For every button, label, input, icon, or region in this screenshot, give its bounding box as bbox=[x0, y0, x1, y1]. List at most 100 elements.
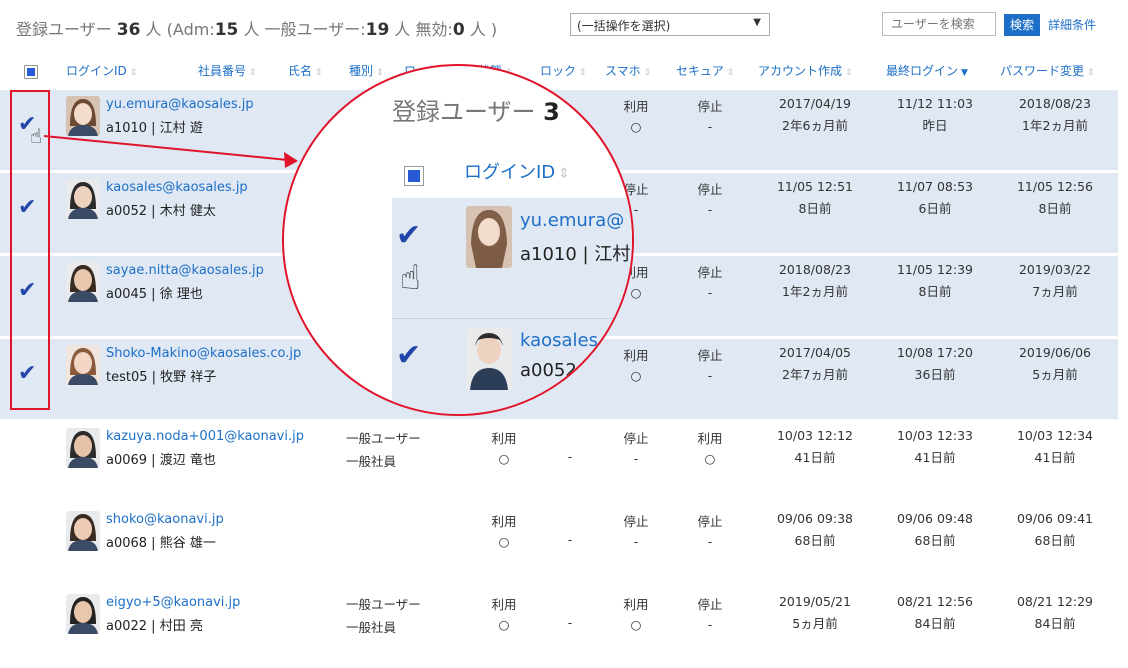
lock-cell: - bbox=[567, 532, 573, 547]
password-changed-cell: 2018/08/23 1年2ヵ月前 bbox=[1018, 96, 1092, 133]
dropdown-arrow-icon: ▼ bbox=[753, 17, 761, 28]
col-last-login[interactable]: 最終ログイン ▼ bbox=[886, 62, 968, 79]
created-cell: 2017/04/19 2年6ヵ月前 bbox=[778, 96, 852, 133]
login-email-link[interactable]: sayae.nitta@kaosales.jp bbox=[106, 263, 264, 278]
summary-suffix: 人 ) bbox=[469, 20, 498, 39]
password-changed-cell: 09/06 09:41 68日前 bbox=[1016, 511, 1094, 548]
last-login-cell: 08/21 12:56 84日前 bbox=[896, 594, 974, 631]
avatar bbox=[66, 345, 100, 385]
last-login-cell: 11/12 11:03 昨日 bbox=[896, 96, 974, 133]
state-cell: 利用○ bbox=[491, 431, 517, 466]
login-email-link[interactable]: shoko@kaonavi.jp bbox=[106, 512, 224, 527]
general-label: 人 一般ユーザー: bbox=[243, 20, 366, 39]
zoom-checkmark-icon: ✔ bbox=[396, 218, 422, 253]
advanced-search-link[interactable]: 詳細条件 bbox=[1048, 16, 1096, 33]
employee-id-name: a0068 | 熊谷 雄一 bbox=[106, 536, 216, 551]
col-login-id[interactable]: ログインID ⇕ bbox=[66, 62, 137, 79]
avatar bbox=[66, 179, 100, 219]
password-changed-cell: 11/05 12:56 8日前 bbox=[1016, 179, 1094, 216]
zoom-sub: a1010 | 江村 bbox=[520, 244, 631, 265]
sort-icon: ⇕ bbox=[845, 68, 853, 78]
created-cell: 10/03 12:12 41日前 bbox=[776, 428, 854, 465]
secure-cell: 停止 - bbox=[697, 348, 723, 383]
avatar bbox=[66, 594, 100, 634]
zoom-login-id-header: ログインID ⇕ bbox=[464, 162, 570, 183]
inactive-count: 0 bbox=[452, 20, 465, 40]
type-cell: 一般ユーザー 一般社員 bbox=[346, 597, 421, 635]
secure-cell: 停止 - bbox=[697, 182, 723, 217]
password-changed-cell: 08/21 12:29 84日前 bbox=[1016, 594, 1094, 631]
password-changed-cell: 2019/06/06 5ヵ月前 bbox=[1018, 345, 1092, 382]
search-button[interactable]: 検索 bbox=[1004, 14, 1040, 36]
type-cell: 一般ユーザー 一般社員 bbox=[346, 431, 421, 469]
zoom-title: 登録ユーザー 3 bbox=[392, 98, 560, 126]
phone-cell: 停止 - bbox=[623, 431, 649, 466]
created-cell: 09/06 09:38 68日前 bbox=[776, 511, 854, 548]
secure-cell: 停止 - bbox=[697, 265, 723, 300]
zoom-email: yu.emura@ bbox=[520, 210, 625, 231]
login-email-link[interactable]: kazuya.noda+001@kaonavi.jp bbox=[106, 429, 304, 444]
lock-cell: - bbox=[567, 449, 573, 464]
last-login-cell: 10/08 17:20 36日前 bbox=[896, 345, 974, 382]
secure-cell: 停止 - bbox=[697, 99, 723, 134]
login-email-link[interactable]: yu.emura@kaosales.jp bbox=[106, 97, 254, 112]
avatar bbox=[66, 511, 100, 551]
sort-icon: ⇕ bbox=[726, 68, 735, 78]
col-created[interactable]: アカウント作成 ⇕ bbox=[758, 62, 853, 79]
col-type[interactable]: 種別 ⇕ bbox=[349, 62, 384, 79]
user-summary: 登録ユーザー 36 人 (Adm:15 人 一般ユーザー:19 人 無効:0 人… bbox=[16, 16, 497, 40]
zoom-pointer-hand-icon: ☝ bbox=[400, 258, 421, 298]
employee-id-name: a0022 | 村田 亮 bbox=[106, 619, 203, 634]
created-cell: 2018/08/23 1年2ヵ月前 bbox=[778, 262, 852, 299]
bulk-action-value: (一括操作を選択) bbox=[577, 19, 671, 33]
adm-count: 15 bbox=[214, 20, 239, 40]
zoom-callout: 登録ユーザー 3 ログインID ⇕ ✔ ✔ yu.emura@ a1010 | 江… bbox=[282, 64, 634, 416]
pointer-hand-icon: ☝ bbox=[30, 124, 43, 148]
total-count: 36 bbox=[116, 20, 141, 40]
avatar bbox=[66, 96, 100, 136]
login-email-link[interactable]: eigyo+5@kaonavi.jp bbox=[106, 595, 240, 610]
search-input[interactable] bbox=[882, 12, 996, 36]
secure-cell: 利用 ○ bbox=[697, 431, 723, 466]
zoom-sub: a0052 bbox=[520, 360, 577, 381]
sort-icon: ⇕ bbox=[579, 68, 587, 78]
col-lock[interactable]: ロック ⇕ bbox=[540, 62, 587, 79]
avatar bbox=[66, 428, 100, 468]
sort-icon: ⇕ bbox=[643, 68, 652, 78]
lock-cell: - bbox=[567, 615, 573, 630]
created-cell: 11/05 12:51 8日前 bbox=[776, 179, 854, 216]
zoom-select-all-checkbox bbox=[404, 166, 424, 186]
last-login-cell: 11/07 08:53 6日前 bbox=[896, 179, 974, 216]
col-phone[interactable]: スマホ ⇕ bbox=[605, 62, 651, 79]
type-cell bbox=[346, 511, 436, 515]
secure-cell: 停止 - bbox=[697, 514, 723, 549]
sort-icon: ⇕ bbox=[1087, 68, 1095, 78]
login-email-link[interactable]: Shoko-Makino@kaosales.co.jp bbox=[106, 346, 301, 361]
last-login-cell: 11/05 12:39 8日前 bbox=[896, 262, 974, 299]
select-all-checkbox[interactable] bbox=[24, 65, 38, 79]
phone-cell: 利用 ○ bbox=[623, 99, 649, 134]
phone-cell: 停止 - bbox=[623, 514, 649, 549]
table-header: ログインID⇕ 社員番号⇕ 氏名⇕ 種別⇕ ロール 状態⇕ ロック⇕ スマホ⇕ … bbox=[0, 60, 1128, 82]
login-email-link[interactable]: kaosales@kaosales.jp bbox=[106, 180, 248, 195]
adm-label: (Adm: bbox=[166, 20, 215, 39]
created-cell: 2019/05/21 5ヵ月前 bbox=[778, 594, 852, 631]
employee-id-name: a1010 | 江村 遊 bbox=[106, 121, 203, 136]
table-row[interactable]: eigyo+5@kaonavi.jp a0022 | 村田 亮 一般ユーザー 一般社員… bbox=[0, 588, 1118, 668]
col-password-changed[interactable]: パスワード変更 ⇕ bbox=[1000, 62, 1095, 79]
col-name[interactable]: 氏名 ⇕ bbox=[288, 62, 323, 79]
employee-id-name: a0069 | 渡辺 竜也 bbox=[106, 453, 216, 468]
general-count: 19 bbox=[365, 20, 390, 40]
sort-icon: ⇕ bbox=[376, 68, 384, 78]
sort-icon: ⇕ bbox=[129, 68, 138, 78]
col-employee-no[interactable]: 社員番号 ⇕ bbox=[198, 62, 257, 79]
bulk-action-select[interactable]: (一括操作を選択) ▼ bbox=[570, 13, 770, 36]
table-row[interactable]: shoko@kaonavi.jp a0068 | 熊谷 雄一 利用 ○ - 停止 - 停止 - 0… bbox=[0, 505, 1118, 585]
phone-cell: 利用 ○ bbox=[623, 597, 649, 632]
col-secure[interactable]: セキュア ⇕ bbox=[676, 62, 734, 79]
table-row[interactable]: kazuya.noda+001@kaonavi.jp a0069 | 渡辺 竜也 一… bbox=[0, 422, 1118, 502]
state-cell: 利用○ bbox=[491, 514, 517, 549]
last-login-cell: 09/06 09:48 68日前 bbox=[896, 511, 974, 548]
summary-unit: 人 bbox=[145, 20, 162, 39]
zoom-avatar bbox=[466, 206, 512, 268]
